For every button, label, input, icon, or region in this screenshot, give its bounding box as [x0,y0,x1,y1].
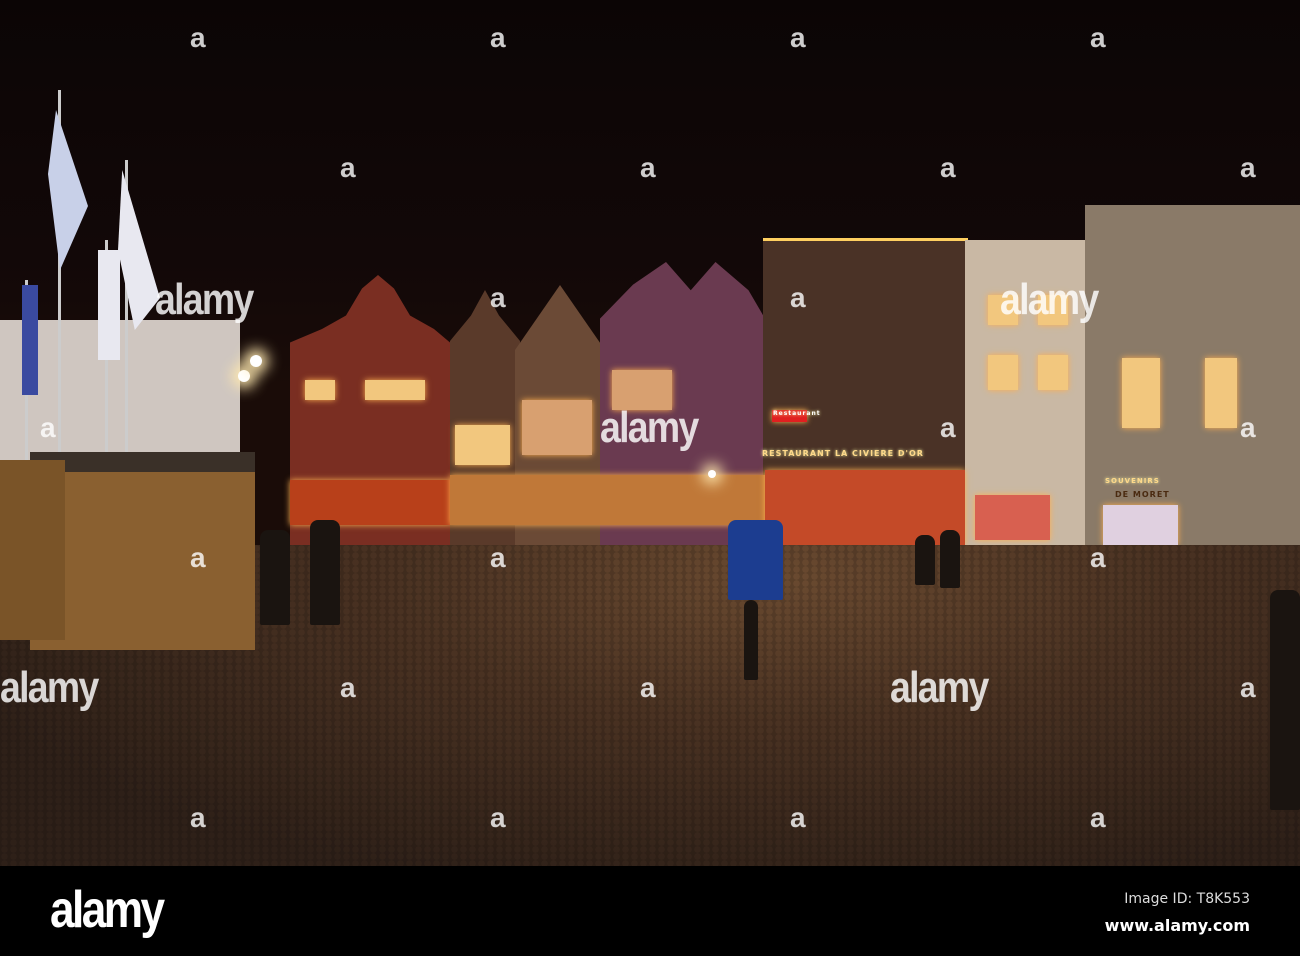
watermark-letter: a [1240,152,1256,183]
shopfront [290,480,450,525]
watermark-letter: a [190,22,206,53]
watermark-letter: a [790,802,806,833]
wooden-market-stall [0,460,65,640]
lit-window [305,380,335,400]
watermark-letter: a [940,152,956,183]
watermark-letter: a [790,282,806,313]
bicycle [744,600,758,680]
stock-photo: Restaurant RESTAURANT LA CIVIERE D'OR SO… [0,0,1300,956]
watermark: alamy [155,275,254,324]
lit-window [988,355,1018,390]
pedestrian [260,530,290,625]
shop-sign: DE MORET [1115,490,1170,499]
watermark-letter: a [640,672,656,703]
pedestrian [310,520,340,625]
cyclist [728,520,783,600]
souvenirs-sign: SOUVENIRS [1105,477,1160,485]
footer-bar: alamy Image ID: T8K553 www.alamy.com [0,866,1300,956]
watermark-letter: a [1090,802,1106,833]
street-lamp [238,370,250,382]
restaurant-sign: RESTAURANT LA CIVIERE D'OR [762,449,924,458]
watermark-letter: a [1090,22,1106,53]
watermark: alamy [0,663,99,712]
night-market-square-photo: Restaurant RESTAURANT LA CIVIERE D'OR SO… [0,0,1300,866]
watermark-letter: a [340,672,356,703]
lit-window [1205,358,1237,428]
pedestrian [940,530,960,588]
lit-window [522,400,592,455]
flag [98,250,120,360]
watermark: alamy [890,663,989,712]
image-id: Image ID: T8K553 [1124,891,1250,907]
flag [48,110,88,270]
restaurant-neon-text: Restaurant [773,410,821,417]
watermark-letter: a [490,282,506,313]
watermark-letter: a [40,412,56,443]
watermark-letter: a [790,22,806,53]
watermark-letter: a [190,542,206,573]
watermark: alamy [1000,275,1099,324]
street-lamp [708,470,716,478]
shopfront [975,495,1050,540]
pedestrian [915,535,935,585]
lit-window [1038,355,1068,390]
lit-window [1122,358,1160,428]
watermark-letter: a [490,542,506,573]
watermark-letter: a [1090,542,1106,573]
lit-window [365,380,425,400]
shopfront [765,470,965,545]
watermark-letter: a [1240,672,1256,703]
pedestrian [1270,590,1300,810]
watermark-letter: a [640,152,656,183]
watermark-letter: a [490,22,506,53]
watermark: alamy [600,403,699,452]
flag [22,285,38,395]
lit-window [455,425,510,465]
site-url: www.alamy.com [1104,916,1250,935]
watermark-letter: a [940,412,956,443]
watermark-letter: a [340,152,356,183]
shopfront [450,475,765,525]
alamy-logo: alamy [50,881,165,939]
watermark-letter: a [190,802,206,833]
watermark-letter: a [1240,412,1256,443]
street-lamp [250,355,262,367]
watermark-letter: a [490,802,506,833]
shopfront [1103,505,1178,545]
